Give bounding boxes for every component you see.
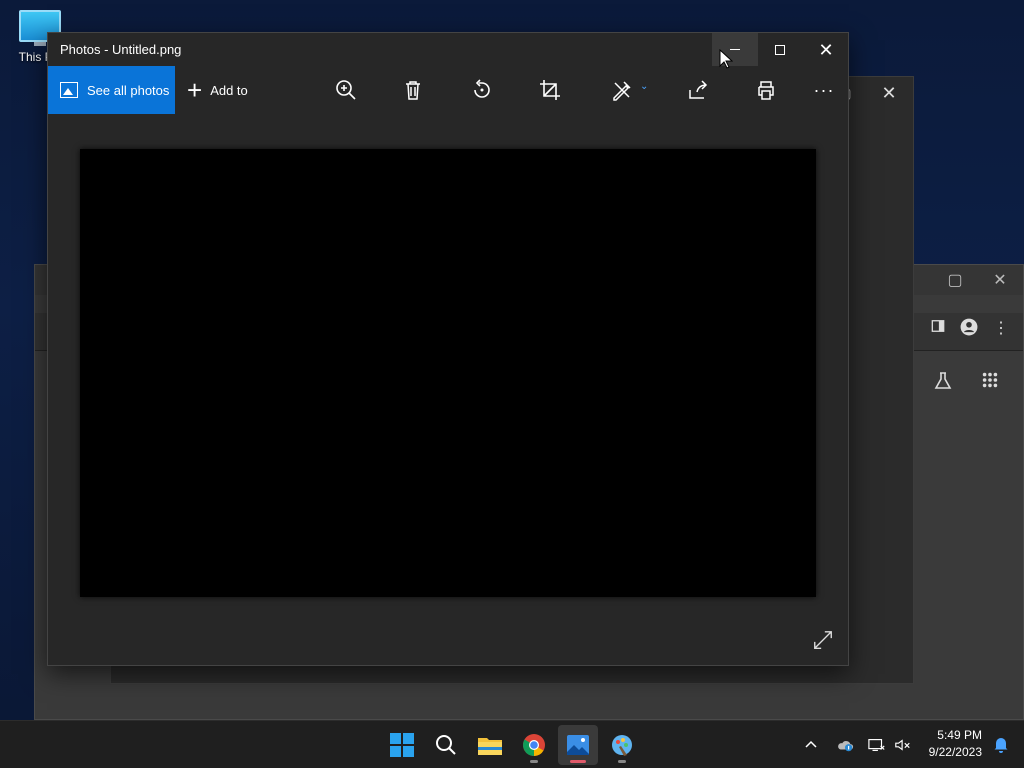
chrome-icon <box>523 734 545 756</box>
share-icon <box>689 80 708 99</box>
profile-icon[interactable] <box>958 318 980 340</box>
ellipsis-icon: ··· <box>813 79 835 100</box>
volume-muted-icon[interactable] <box>894 721 912 768</box>
chrome-button[interactable] <box>514 725 554 765</box>
rotate-button[interactable] <box>470 78 494 102</box>
search-icon <box>436 735 456 755</box>
trash-icon <box>406 81 420 100</box>
clock-date: 9/22/2023 <box>928 745 982 759</box>
command-bar: See all photos + Add to ⌄ ··· <box>48 66 848 114</box>
search-button[interactable] <box>426 725 466 765</box>
sidebar-icon[interactable] <box>927 318 949 340</box>
paint-icon <box>612 735 632 756</box>
photos-app-icon <box>567 735 589 755</box>
fullscreen-button[interactable] <box>812 629 836 653</box>
mouse-cursor-icon <box>719 49 733 69</box>
zoom-in-icon <box>336 80 356 100</box>
window-title: Photos - Untitled.png <box>60 42 182 57</box>
onedrive-icon[interactable] <box>836 721 854 768</box>
apps-grid-icon[interactable] <box>977 371 1003 397</box>
add-to-button[interactable]: + Add to <box>187 66 248 114</box>
crop-button[interactable] <box>538 78 562 102</box>
clock-time: 5:49 PM <box>937 728 982 742</box>
photos-window[interactable]: Photos - Untitled.png ✕ See all photos +… <box>47 32 849 666</box>
windows-logo-icon <box>390 733 414 757</box>
browser-close-icon[interactable]: ✕ <box>990 271 1010 291</box>
labs-flask-icon[interactable] <box>930 371 956 397</box>
picture-icon <box>60 82 78 98</box>
more-menu-icon[interactable]: ⋮ <box>990 318 1012 340</box>
clock[interactable]: 5:49 PM 9/22/2023 <box>929 727 982 761</box>
browser-restore-icon[interactable]: ▢ <box>945 271 965 291</box>
folder-icon <box>478 738 502 755</box>
plus-icon: + <box>187 75 203 105</box>
share-button[interactable] <box>686 78 710 102</box>
maximize-button[interactable] <box>757 33 803 66</box>
delete-button[interactable] <box>401 78 425 102</box>
see-all-photos-button[interactable]: See all photos <box>48 66 175 114</box>
photos-taskbar-button[interactable] <box>558 725 598 765</box>
taskbar: 5:49 PM 9/22/2023 <box>0 720 1024 768</box>
edit-dropdown-chevron-icon[interactable]: ⌄ <box>640 81 648 92</box>
see-all-photos-label: See all photos <box>87 82 170 98</box>
maximize-icon <box>775 44 785 55</box>
network-icon[interactable] <box>868 721 886 768</box>
running-indicator <box>530 760 538 763</box>
tray-overflow-chevron-icon[interactable] <box>804 721 818 768</box>
print-button[interactable] <box>754 78 778 102</box>
active-indicator <box>570 760 586 763</box>
close-icon: ✕ <box>818 39 834 60</box>
start-button[interactable] <box>382 725 422 765</box>
edit-button[interactable] <box>610 78 634 102</box>
paint-button[interactable] <box>602 725 642 765</box>
add-to-label: Add to <box>210 82 248 98</box>
expand-icon <box>814 631 832 649</box>
edit-draw-icon <box>613 81 631 101</box>
file-explorer-button[interactable] <box>470 725 510 765</box>
close-button[interactable]: ✕ <box>803 33 849 66</box>
notification-bell-icon[interactable] <box>992 735 1010 753</box>
more-options-button[interactable]: ··· <box>812 78 836 102</box>
printer-icon <box>758 81 774 100</box>
running-indicator <box>618 760 626 763</box>
zoom-button[interactable] <box>334 78 358 102</box>
image-canvas[interactable] <box>80 149 816 597</box>
bg-window-close-icon[interactable]: ✕ <box>877 81 901 105</box>
rotate-icon <box>474 79 490 98</box>
crop-icon <box>540 80 560 100</box>
